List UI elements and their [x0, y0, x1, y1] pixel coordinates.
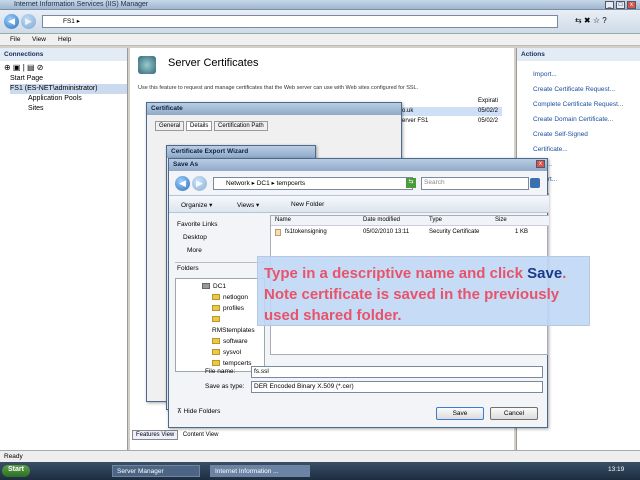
column-type[interactable]: Type — [429, 217, 442, 223]
clock: 13:19 — [608, 466, 625, 473]
connections-title: Connections — [0, 48, 127, 61]
hide-folders-button[interactable]: ⊼ Hide Folders — [177, 407, 220, 415]
action-import[interactable]: Import... — [533, 67, 624, 82]
filename-label: File name: — [205, 368, 236, 375]
column-date-modified[interactable]: Date modified — [363, 217, 400, 223]
cert-row-1[interactable]: o.uk 05/02/2 — [402, 107, 502, 116]
certificate-tabs: General Details Certification Path — [147, 115, 401, 137]
save-as-path[interactable]: Network ▸ DC1 ▸ tempcerts — [213, 177, 413, 190]
taskbar: Start Server Manager Internet Informatio… — [0, 462, 640, 480]
menu-help[interactable]: Help — [58, 36, 71, 43]
save-button[interactable]: Save — [436, 407, 484, 420]
folder-rmstemplates[interactable]: RMStemplates — [180, 314, 260, 336]
file-list-header: Name Date modified Type Size — [271, 216, 549, 226]
menu-file[interactable]: File — [10, 36, 20, 43]
breadcrumb-fs1[interactable]: FS1 — [63, 18, 75, 25]
tree-start-page[interactable]: Start Page — [10, 74, 127, 84]
views-button[interactable]: Views ▾ — [237, 201, 259, 209]
callout-text-pre: Type in a descriptive name and click — [264, 265, 528, 282]
favorite-links-title: Favorite Links — [177, 221, 218, 228]
server-certificates-icon — [138, 56, 156, 74]
maximize-button[interactable]: □ — [616, 1, 625, 9]
file-size: 1 KB — [515, 229, 529, 235]
tree-sites[interactable]: Sites — [10, 104, 127, 114]
tab-details[interactable]: Details — [186, 121, 213, 131]
folder-software[interactable]: software — [180, 336, 260, 347]
new-folder-button[interactable]: New Folder — [291, 201, 324, 208]
menu-view[interactable]: View — [32, 36, 46, 43]
tab-features-view[interactable]: Features View — [132, 430, 179, 440]
path-dc1[interactable]: DC1 — [257, 180, 270, 187]
certificate-list-fragment: Expirati o.uk 05/02/2 erver FS1 05/02/2 — [402, 97, 502, 133]
tree-server[interactable]: FS1 (ES-NET\administrator) — [10, 84, 127, 94]
callout-save-word: Save — [527, 265, 563, 282]
status-text: Ready — [4, 453, 23, 460]
action-create-request[interactable]: Create Certificate Request... — [533, 82, 624, 97]
forward-button[interactable]: ▶ — [21, 14, 36, 29]
folder-profiles[interactable]: profiles — [180, 303, 260, 314]
file-row[interactable]: fs1tokensigning 05/02/2010 13:11 Securit… — [271, 228, 549, 238]
tab-general[interactable]: General — [155, 121, 185, 131]
folder-sysvol[interactable]: sysvol — [180, 347, 260, 358]
save-as-title: Save As — [169, 159, 547, 171]
expiration-header[interactable]: Expirati — [478, 97, 498, 106]
file-date: 05/02/2010 13:11 — [363, 229, 410, 235]
connections-panel: Connections ⊕ ▣ | ▤ ⊘ Start Page FS1 (ES… — [0, 48, 128, 450]
instruction-callout: Type in a descriptive name and click Sav… — [257, 256, 590, 326]
save-as-search[interactable]: Search — [421, 177, 529, 190]
action-complete-request[interactable]: Complete Certificate Request... — [533, 97, 624, 112]
save-as-forward-button[interactable]: ▶ — [192, 176, 207, 191]
export-wizard-title: Certificate Export Wizard — [167, 146, 315, 158]
file-type: Security Certificate — [429, 229, 480, 235]
back-button[interactable]: ◀ — [4, 14, 19, 29]
address-bar: ◀ ▶ FS1 ▸ ⇆ ✖ ☆ ? — [0, 10, 640, 34]
folder-netlogon[interactable]: netlogon — [180, 292, 260, 303]
filename-input[interactable]: fs.ssl — [251, 366, 543, 378]
save-as-close-button[interactable]: x — [536, 160, 545, 168]
toolbar-icons[interactable]: ⇆ ✖ ☆ ? — [575, 16, 607, 25]
column-size[interactable]: Size — [495, 217, 507, 223]
task-server-manager[interactable]: Server Manager — [112, 465, 200, 477]
folder-tree: DC1 netlogon profiles RMStemplates softw… — [175, 278, 265, 372]
search-icon[interactable] — [530, 178, 540, 188]
save-as-type-label: Save as type: — [205, 383, 245, 390]
tab-content-view[interactable]: Content View — [180, 431, 222, 439]
actions-title: Actions — [517, 48, 640, 61]
page-description: Use this feature to request and manage c… — [138, 85, 419, 91]
status-bar: Ready — [0, 450, 640, 462]
folders-title: Folders — [175, 262, 265, 274]
cancel-button[interactable]: Cancel — [490, 407, 538, 420]
tab-certification-path[interactable]: Certification Path — [214, 121, 268, 131]
close-button[interactable]: x — [627, 1, 636, 9]
file-name: fs1tokensigning — [285, 229, 327, 235]
save-as-type-select[interactable]: DER Encoded Binary X.509 (*.cer) — [251, 381, 543, 393]
action-create-self-signed[interactable]: Create Self-Signed Certificate... — [533, 127, 624, 157]
bottom-tabs: Features View Content View — [132, 430, 222, 440]
minimize-button[interactable]: _ — [605, 1, 614, 9]
fav-more[interactable]: More — [175, 245, 265, 256]
folder-dc1[interactable]: DC1 — [180, 281, 260, 292]
path-tempcerts[interactable]: tempcerts — [277, 180, 306, 187]
connections-toolbar[interactable]: ⊕ ▣ | ▤ ⊘ — [0, 61, 127, 74]
action-create-domain[interactable]: Create Domain Certificate... — [533, 112, 624, 127]
page-title: Server Certificates — [168, 57, 259, 69]
refresh-icon[interactable]: ⇆ — [406, 178, 416, 188]
fav-desktop[interactable]: Desktop — [175, 230, 265, 245]
task-iis-manager[interactable]: Internet Information ... — [210, 465, 310, 477]
tree-app-pools[interactable]: Application Pools — [10, 94, 127, 104]
column-name[interactable]: Name — [275, 217, 291, 223]
path-network[interactable]: Network — [226, 180, 250, 187]
save-as-toolbar: Organize ▾ Views ▾ New Folder — [169, 195, 549, 213]
start-button[interactable]: Start — [2, 465, 30, 477]
certificate-dialog-title: Certificate — [147, 103, 401, 115]
window-titlebar: Internet Information Services (IIS) Mana… — [0, 0, 640, 10]
menu-bar: File View Help — [0, 34, 640, 46]
window-title: Internet Information Services (IIS) Mana… — [14, 1, 149, 8]
cert-row-2[interactable]: erver FS1 05/02/2 — [402, 117, 498, 126]
save-as-back-button[interactable]: ◀ — [175, 176, 190, 191]
organize-button[interactable]: Organize ▾ — [181, 201, 212, 209]
connections-tree: Start Page FS1 (ES-NET\administrator) Ap… — [0, 74, 127, 114]
address-field[interactable]: FS1 ▸ — [42, 15, 558, 28]
